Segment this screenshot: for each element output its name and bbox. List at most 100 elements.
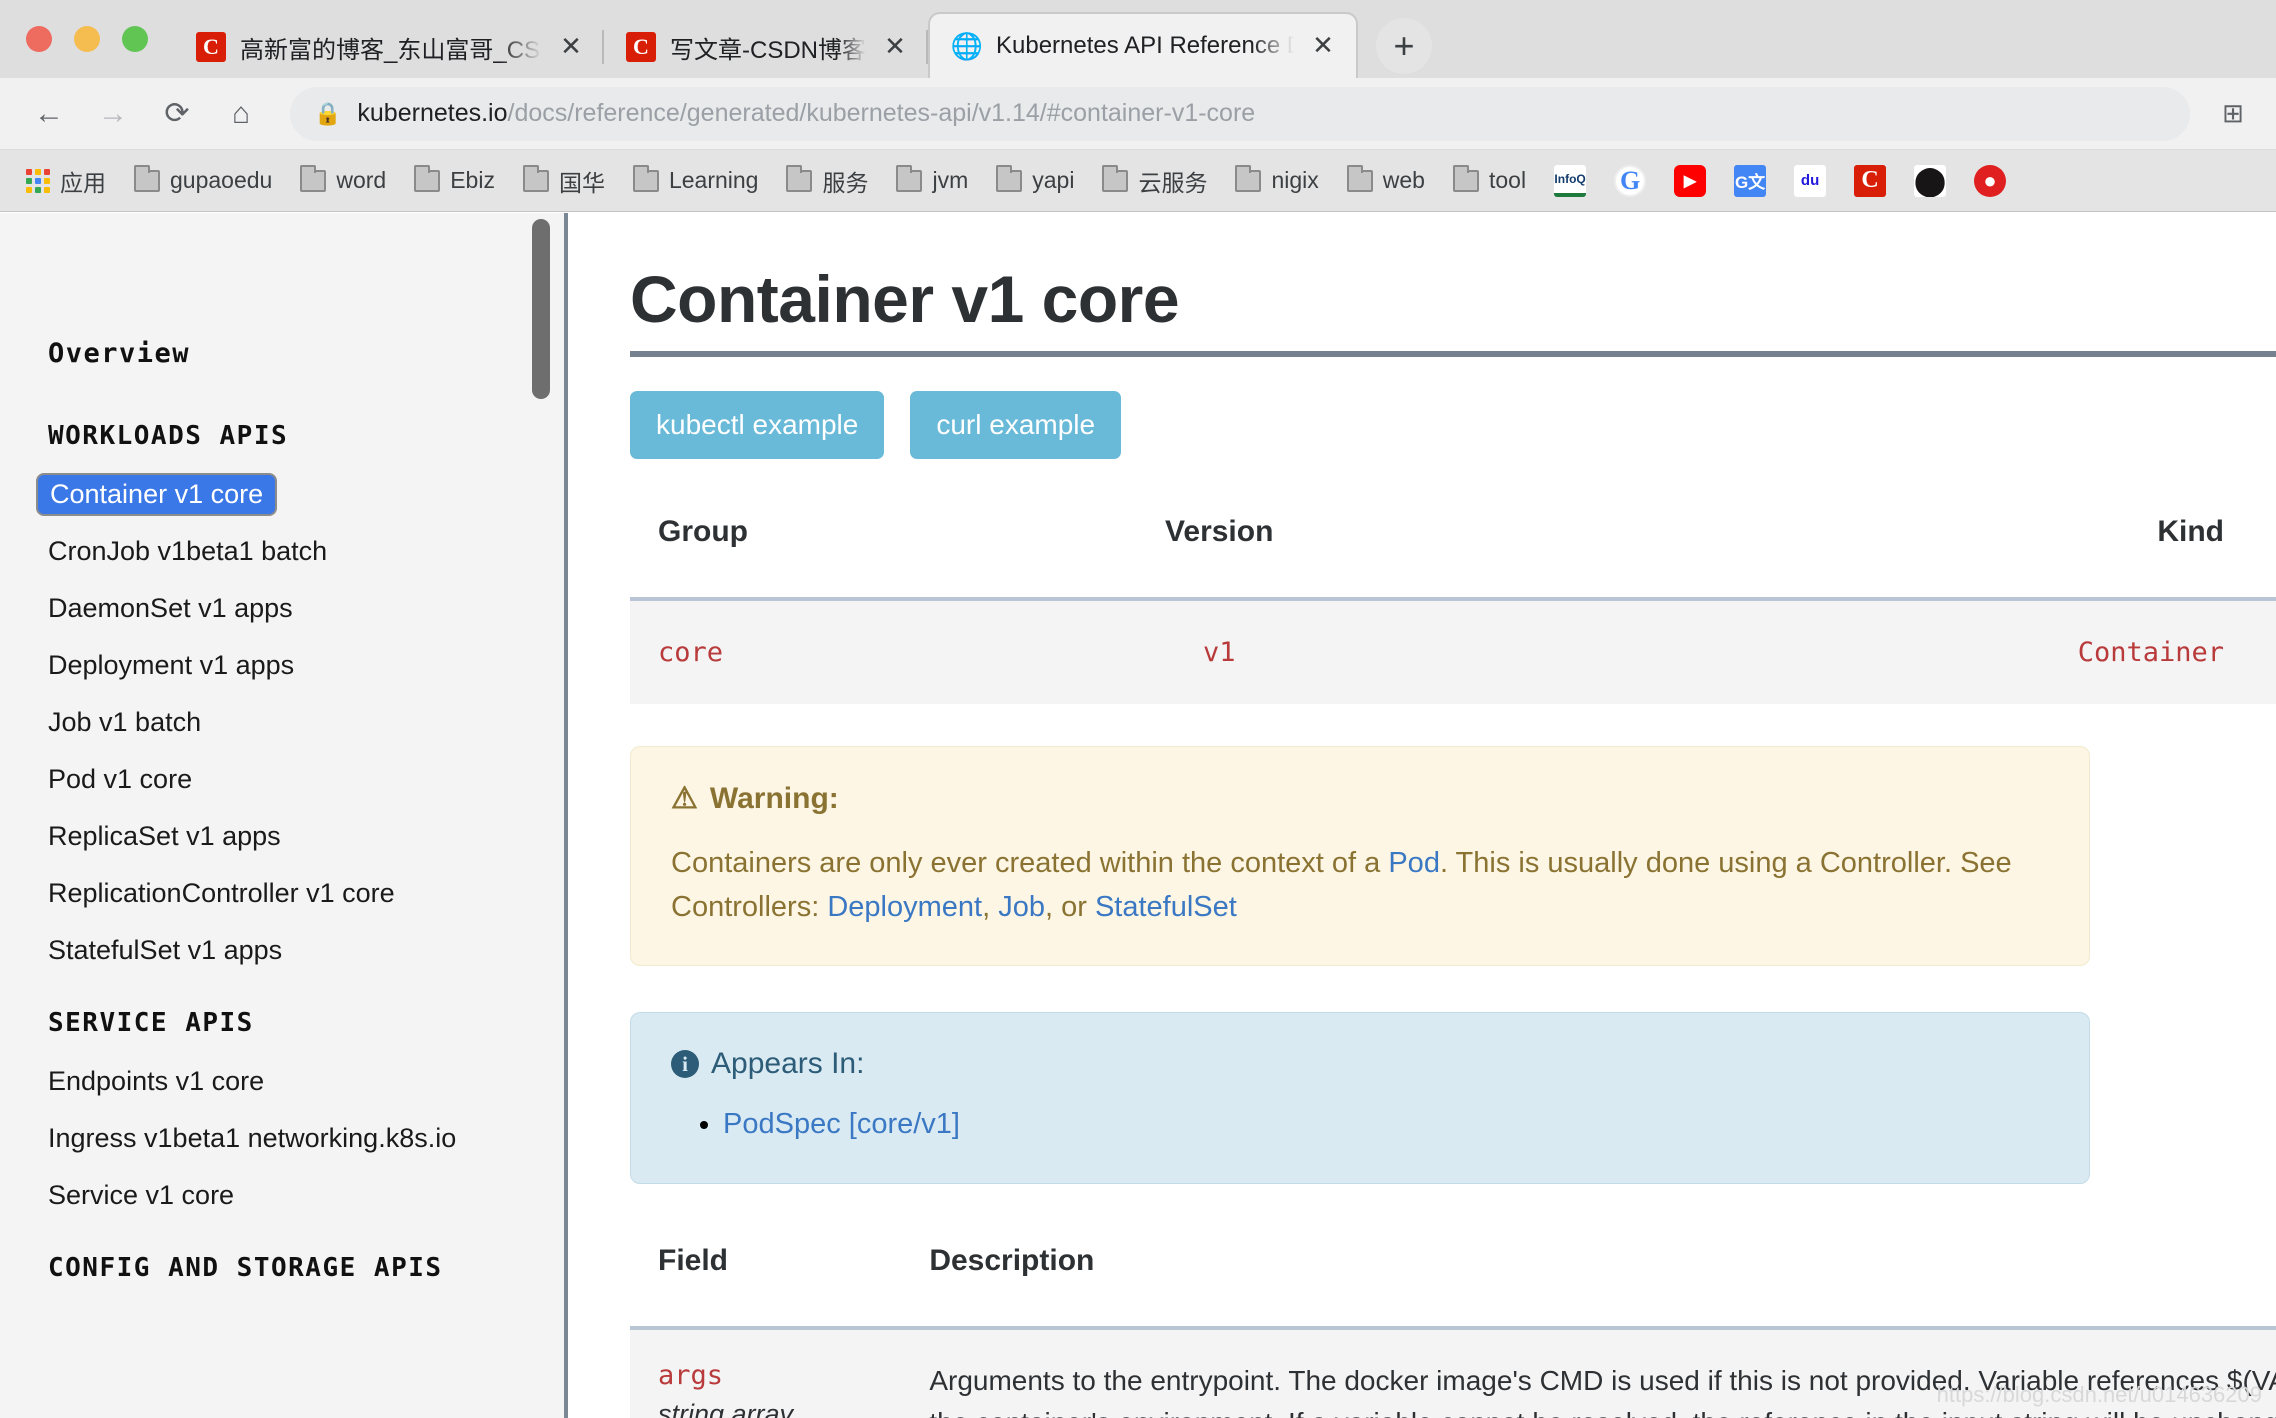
warning-text-2: . This is usually done using a Controlle… [1439,847,2012,879]
bookmark-fuwu[interactable]: 服务 [774,158,880,204]
bookmark-ebiz[interactable]: Ebiz [402,161,507,200]
folder-icon [1452,164,1479,192]
watermark: https://blog.csdn.net/u014636209 [1936,1382,2262,1407]
bookmark-yunfuwu[interactable]: 云服务 [1090,158,1219,204]
browser-tab-3-active[interactable]: 🌐 Kubernetes API Reference Docs ✕ [928,12,1358,78]
bookmark-label: tool [1488,167,1527,193]
appears-in-callout: i Appears In: PodSpec [core/v1] [630,1012,2090,1184]
column-header-field: Field [630,1229,810,1330]
curl-example-button[interactable]: curl example [910,391,1122,459]
page-title: Container v1 core [630,262,1180,336]
warning-header: ⚠ Warning: [671,781,2049,816]
bookmark-csdn[interactable]: C [1842,159,1898,203]
sidebar-item-ingress[interactable]: Ingress v1beta1 networking.k8s.io [48,1117,568,1160]
zoom-window-button[interactable] [122,26,148,52]
sidebar-group-service: SERVICE APIS Endpoints v1 core Ingress v… [48,1008,568,1217]
sidebar-item-endpoints[interactable]: Endpoints v1 core [48,1060,568,1103]
bookmark-label: Learning [668,167,759,193]
bookmark-google[interactable]: G [1602,159,1658,203]
sidebar-group-config-storage: CONFIG AND STORAGE APIS [48,1253,568,1283]
bookmark-label: Ebiz [450,167,495,193]
bookmark-guohua[interactable]: 国华 [511,158,617,204]
minimize-window-button[interactable] [74,26,100,52]
sidebar-item-overview[interactable]: Overview [48,338,568,369]
bookmark-label: 应用 [60,169,106,196]
warning-title: Warning: [709,781,839,815]
warning-triangle-icon: ⚠ [671,782,698,815]
folder-icon [1346,164,1373,192]
browser-tab-1[interactable]: C 高新富的博客_东山富哥_CSDN博客 ✕ [174,16,604,78]
bookmark-jvm[interactable]: jvm [884,161,980,200]
link-job[interactable]: Job [998,891,1045,923]
kubectl-example-button[interactable]: kubectl example [630,391,885,459]
bookmark-gupaoedu[interactable]: gupaoedu [122,161,284,200]
warning-sep-1: , [982,890,999,923]
column-header-group: Group [630,501,1034,601]
reload-icon[interactable]: ⟳ [148,85,206,143]
table-row: core v1 Container [630,599,2276,704]
sidebar-item-job[interactable]: Job v1 batch [48,701,568,744]
folder-icon [1235,164,1262,192]
close-icon[interactable]: ✕ [880,32,910,62]
bookmark-label: 国华 [558,169,605,196]
group-version-kind-table: Group Version Kind core v1 Container [630,501,2276,704]
example-buttons: kubectl example curl example [630,391,2276,459]
folder-icon [632,164,659,192]
column-header-kind: Kind [1404,501,2276,601]
bookmark-google-translate[interactable]: G文 [1722,159,1778,203]
csdn-icon: C [196,32,226,62]
sidebar-item-pod[interactable]: Pod v1 core [48,758,568,801]
sidebar-item-service[interactable]: Service v1 core [48,1174,568,1217]
baidu-icon: du [1794,164,1827,197]
bookmark-infoq[interactable]: InfoQ [1542,159,1598,203]
sidebar-item-replicaset[interactable]: ReplicaSet v1 apps [48,815,568,858]
folder-icon [522,164,549,192]
new-tab-button[interactable]: + [1376,18,1432,74]
back-icon[interactable]: ← [20,85,78,143]
browser-tab-2[interactable]: C 写文章-CSDN博客 ✕ [604,16,928,78]
bookmark-red[interactable]: ● [1962,159,2018,203]
bookmarks-bar: 应用 gupaoedu word Ebiz 国华 Learning 服务 jvm… [0,150,2276,212]
bookmark-nigix[interactable]: nigix [1223,161,1330,200]
link-deployment[interactable]: Deployment [827,891,982,923]
bookmark-tool[interactable]: tool [1441,161,1538,200]
sidebar-item-replicationcontroller[interactable]: ReplicationController v1 core [48,872,568,915]
forward-icon[interactable]: → [84,85,142,143]
bookmark-web[interactable]: web [1335,161,1437,200]
bookmark-youtube[interactable]: ▶ [1662,159,1718,203]
link-pod[interactable]: Pod [1388,847,1440,879]
browser-window: C 高新富的博客_东山富哥_CSDN博客 ✕ C 写文章-CSDN博客 ✕ 🌐 … [0,0,2276,1418]
home-icon[interactable]: ⌂ [212,85,270,143]
tab-strip: C 高新富的博客_东山富哥_CSDN博客 ✕ C 写文章-CSDN博客 ✕ 🌐 … [0,0,2276,78]
sidebar-item-container-v1-core[interactable]: Container v1 core [36,473,568,530]
close-window-button[interactable] [26,26,52,52]
bookmark-learning[interactable]: Learning [621,161,771,200]
bookmark-github[interactable]: ⬤ [1902,159,1958,203]
google-translate-icon: G文 [1734,164,1767,197]
bookmark-word[interactable]: word [288,161,398,200]
link-statefulset[interactable]: StatefulSet [1095,891,1237,923]
close-icon[interactable]: ✕ [556,32,586,62]
tab-title: 写文章-CSDN博客 [670,36,866,64]
sidebar-scrollbar[interactable] [532,213,550,1418]
bookmark-yapi[interactable]: yapi [984,161,1086,200]
folder-icon [1102,164,1129,192]
warning-sep-2: , or [1044,890,1095,923]
bookmark-label: 云服务 [1138,169,1208,196]
address-bar[interactable]: 🔒 kubernetes.io/docs/reference/generated… [290,86,2190,141]
scrollbar-thumb[interactable] [532,219,550,399]
csdn-icon: C [626,32,656,62]
sidebar-item-deployment[interactable]: Deployment v1 apps [48,644,568,687]
lock-icon: 🔒 [314,100,342,126]
sidebar-item-statefulset[interactable]: StatefulSet v1 apps [48,929,568,972]
browser-menu-icon[interactable]: ⊞ [2210,98,2256,129]
bookmark-apps[interactable]: 应用 [14,158,118,204]
appears-in-list: PodSpec [core/v1] [723,1103,2049,1147]
link-podspec[interactable]: PodSpec [core/v1] [723,1108,960,1140]
sidebar-item-cronjob[interactable]: CronJob v1beta1 batch [48,530,568,573]
bookmark-label: web [1382,167,1425,193]
bookmark-baidu[interactable]: du [1782,159,1838,203]
cell-group: core [630,599,1034,704]
sidebar-item-daemonset[interactable]: DaemonSet v1 apps [48,587,568,630]
close-icon[interactable]: ✕ [1308,31,1338,61]
